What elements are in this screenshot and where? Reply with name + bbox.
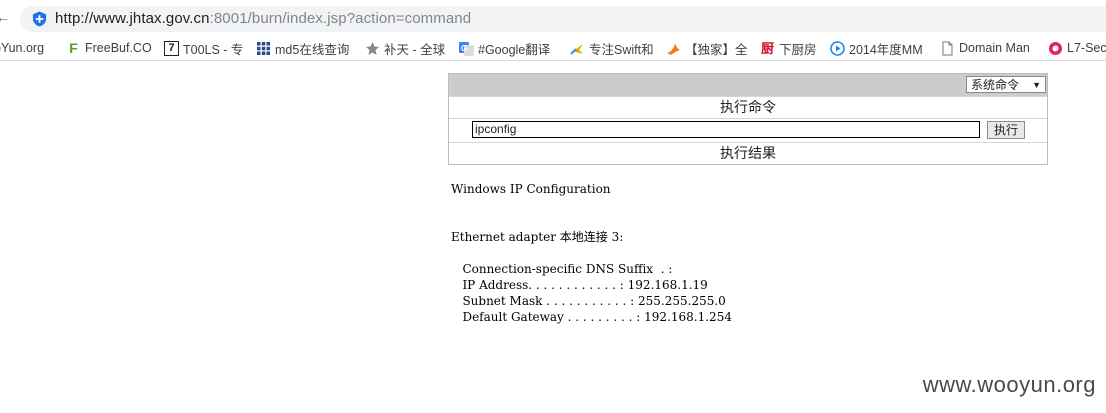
bookmark-wooyun[interactable]: oYun.org <box>0 39 44 57</box>
command-type-select[interactable]: 系统命令 ▼ <box>966 76 1046 93</box>
bookmark-label: 2014年度MM <box>849 42 923 57</box>
back-arrow-icon[interactable]: ← <box>0 9 10 25</box>
command-output: Windows IP Configuration Ethernet adapte… <box>451 182 732 324</box>
shield-icon[interactable] <box>32 11 47 27</box>
bird-icon <box>667 42 680 55</box>
execute-button[interactable]: 执行 <box>987 121 1025 139</box>
bookmark-butian[interactable]: 补天 - 全球 <box>365 39 445 57</box>
bookmark-2014mm[interactable]: 2014年度MM <box>830 39 923 57</box>
grid-icon <box>257 41 270 55</box>
bookmark-md5[interactable]: md5在线查询 <box>256 39 349 57</box>
bookmark-label: 专注Swift和 <box>589 42 654 57</box>
bookmark-l7sec[interactable]: L7-Sec <box>1048 39 1106 57</box>
result-title: 执行结果 <box>449 142 1047 164</box>
panel-header: 系统命令 ▼ <box>449 74 1047 96</box>
swift-icon <box>570 43 583 55</box>
bookmark-label: Domain Man <box>959 41 1030 55</box>
bookmark-label: #Google翻译 <box>478 42 551 57</box>
bookmark-domain-man[interactable]: Domain Man <box>940 39 1030 57</box>
bookmark-swift[interactable]: 专注Swift和 <box>570 39 654 57</box>
l7sec-icon <box>1049 41 1062 55</box>
omnibox[interactable]: http://www.jhtax.gov.cn:8001/burn/index.… <box>20 6 1106 32</box>
tools-icon: 7 <box>164 40 179 56</box>
bookmark-label: 补天 - 全球 <box>384 42 446 57</box>
bookmark-freebuf[interactable]: F FreeBuf.CO <box>66 39 152 57</box>
dropdown-arrow-icon: ▼ <box>1032 80 1041 90</box>
execute-command-title: 执行命令 <box>449 96 1047 118</box>
bookmarks-bar: oYun.org F FreeBuf.CO 7 T00LS - 专 md5在线查… <box>0 36 1106 61</box>
bookmark-tools[interactable]: 7 T00LS - 专 <box>164 39 243 57</box>
page-icon <box>942 41 953 55</box>
bookmark-label: FreeBuf.CO <box>85 41 152 55</box>
select-value: 系统命令 <box>971 78 1020 92</box>
url-text[interactable]: http://www.jhtax.gov.cn:8001/burn/index.… <box>55 10 471 27</box>
bookmark-xiachufang[interactable]: 厨 下厨房 <box>760 39 817 57</box>
bookmark-label: md5在线查询 <box>275 42 350 57</box>
address-bar: ← http://www.jhtax.gov.cn:8001/burn/inde… <box>0 0 1106 36</box>
bookmark-label: L7-Sec <box>1067 41 1106 55</box>
bookmark-label: 下厨房 <box>779 42 817 57</box>
watermark: www.wooyun.org <box>922 372 1096 397</box>
url-path: :8001/burn/index.jsp?action=command <box>209 10 472 27</box>
bookmark-google-translate[interactable]: G #Google翻译 <box>459 39 550 57</box>
bookmark-label: oYun.org <box>0 41 45 55</box>
command-panel: 系统命令 ▼ 执行命令 ipconfig 执行 执行结果 <box>448 73 1048 165</box>
command-input[interactable]: ipconfig <box>472 121 980 138</box>
svg-text:G: G <box>461 44 467 53</box>
freebuf-icon: F <box>69 39 78 56</box>
url-host: http://www.jhtax.gov.cn <box>55 10 210 27</box>
butian-icon <box>366 41 379 55</box>
google-translate-icon: G <box>459 41 474 56</box>
play-icon <box>830 40 845 56</box>
command-row: ipconfig 执行 <box>449 118 1047 142</box>
bookmark-label: 【独家】全 <box>685 42 748 57</box>
bookmark-label: T00LS - 专 <box>183 42 244 57</box>
xiachufang-icon: 厨 <box>760 40 774 56</box>
bookmark-exclusive[interactable]: 【独家】全 <box>666 39 748 57</box>
